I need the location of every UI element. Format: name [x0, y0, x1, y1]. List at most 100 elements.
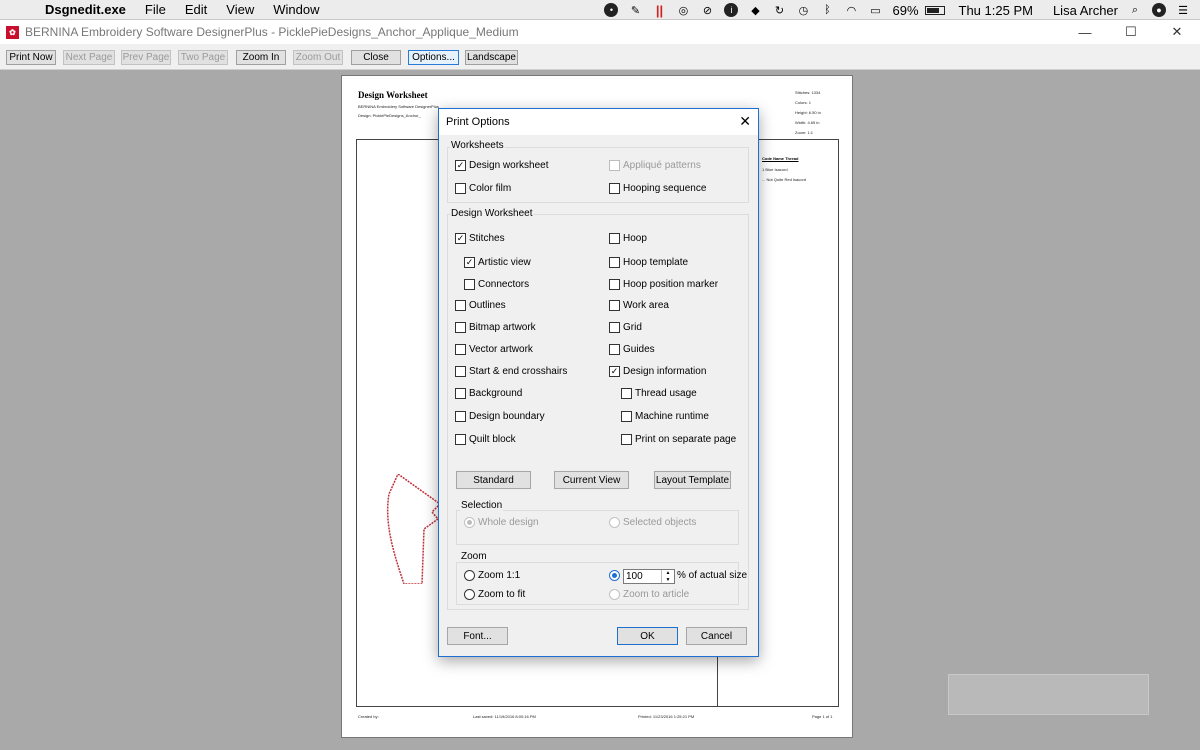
- dialog-close-icon[interactable]: ✕: [739, 113, 751, 130]
- clock[interactable]: Thu 1:25 PM: [959, 3, 1033, 18]
- chat-icon[interactable]: •: [604, 3, 619, 17]
- start-end-crosshairs-checkbox[interactable]: Start & end crosshairs: [455, 366, 567, 377]
- radio-circle[interactable]: [609, 517, 620, 528]
- checkbox-box[interactable]: [455, 183, 466, 194]
- wifi-icon[interactable]: ◠: [844, 3, 858, 17]
- radio-circle[interactable]: [609, 570, 620, 581]
- font-button[interactable]: Font...: [447, 627, 508, 645]
- radio-circle[interactable]: [609, 589, 620, 600]
- checkbox-box[interactable]: ✓: [464, 257, 475, 268]
- hoop-template-checkbox[interactable]: Hoop template: [609, 257, 688, 268]
- time-machine-icon[interactable]: ◷: [796, 3, 810, 17]
- checkbox-box[interactable]: [621, 388, 632, 399]
- hoop-checkbox[interactable]: Hoop: [609, 233, 647, 244]
- notification-center-icon[interactable]: ☰: [1176, 3, 1190, 17]
- sync-icon[interactable]: ↻: [772, 3, 786, 17]
- checkbox-box[interactable]: ✓: [455, 160, 466, 171]
- stepper-down-icon[interactable]: ▼: [666, 577, 671, 583]
- checkbox-box[interactable]: [455, 322, 466, 333]
- whole-design-radio[interactable]: Whole design: [464, 517, 539, 528]
- radio-circle[interactable]: [464, 570, 475, 581]
- checkbox-box[interactable]: [621, 411, 632, 422]
- design-information-checkbox[interactable]: ✓ Design information: [609, 366, 706, 377]
- prev-page-button[interactable]: Prev Page: [121, 50, 171, 65]
- selected-objects-radio[interactable]: Selected objects: [609, 517, 696, 528]
- two-page-button[interactable]: Two Page: [178, 50, 228, 65]
- zoom-to-fit-radio[interactable]: Zoom to fit: [464, 589, 525, 600]
- bluetooth-icon[interactable]: ᛒ: [820, 3, 834, 17]
- design-worksheet-checkbox[interactable]: ✓ Design worksheet: [455, 160, 548, 171]
- checkbox-box[interactable]: [609, 300, 620, 311]
- current-view-button[interactable]: Current View: [554, 471, 629, 489]
- menu-window[interactable]: Window: [273, 2, 319, 17]
- maximize-button[interactable]: ☐: [1108, 20, 1154, 44]
- user-name[interactable]: Lisa Archer: [1053, 3, 1118, 18]
- no-sync-icon[interactable]: ⊘: [700, 3, 714, 17]
- checkbox-box[interactable]: [609, 344, 620, 355]
- landscape-button[interactable]: Landscape: [465, 50, 518, 65]
- evernote-icon[interactable]: ✎: [628, 3, 642, 17]
- info-icon[interactable]: i: [724, 3, 739, 17]
- zoom-in-button[interactable]: Zoom In: [236, 50, 286, 65]
- next-page-button[interactable]: Next Page: [63, 50, 115, 65]
- checkbox-box[interactable]: [609, 257, 620, 268]
- machine-runtime-checkbox[interactable]: Machine runtime: [621, 411, 709, 422]
- checkbox-box[interactable]: [609, 279, 620, 290]
- battery-icon[interactable]: [924, 5, 945, 15]
- checkbox-box[interactable]: ✓: [609, 366, 620, 377]
- dropbox-icon[interactable]: ◆: [748, 3, 762, 17]
- vector-artwork-checkbox[interactable]: Vector artwork: [455, 344, 533, 355]
- stitches-checkbox[interactable]: ✓ Stitches: [455, 233, 505, 244]
- work-area-checkbox[interactable]: Work area: [609, 300, 669, 311]
- zoom-to-article-radio[interactable]: Zoom to article: [609, 589, 689, 600]
- layout-template-button[interactable]: Layout Template: [654, 471, 731, 489]
- checkbox-box[interactable]: [455, 388, 466, 399]
- zoom-percent-radio[interactable]: [609, 570, 623, 581]
- siri-icon[interactable]: ●: [1152, 3, 1166, 17]
- print-now-button[interactable]: Print Now: [6, 50, 56, 65]
- print-separate-page-checkbox[interactable]: Print on separate page: [621, 434, 736, 445]
- zoom-percent-stepper[interactable]: ▲▼: [623, 569, 675, 584]
- hoop-position-marker-checkbox[interactable]: Hoop position marker: [609, 279, 718, 290]
- spotlight-search-icon[interactable]: ⌕: [1128, 3, 1142, 17]
- guides-checkbox[interactable]: Guides: [609, 344, 655, 355]
- minimize-button[interactable]: —: [1062, 20, 1108, 44]
- background-checkbox[interactable]: Background: [455, 388, 522, 399]
- menu-app-name[interactable]: Dsgnedit.exe: [45, 2, 126, 17]
- close-preview-button[interactable]: Close: [351, 50, 401, 65]
- checkbox-box[interactable]: [455, 344, 466, 355]
- menu-view[interactable]: View: [226, 2, 254, 17]
- checkbox-box[interactable]: [609, 183, 620, 194]
- color-film-checkbox[interactable]: Color film: [455, 183, 511, 194]
- checkbox-box[interactable]: [621, 434, 632, 445]
- menu-file[interactable]: File: [145, 2, 166, 17]
- thread-usage-checkbox[interactable]: Thread usage: [621, 388, 697, 399]
- checkbox-box[interactable]: ✓: [455, 233, 466, 244]
- airplay-icon[interactable]: ▭: [868, 3, 882, 17]
- connectors-checkbox[interactable]: Connectors: [464, 279, 529, 290]
- checkbox-box[interactable]: [455, 411, 466, 422]
- radio-circle[interactable]: [464, 517, 475, 528]
- stepper-arrows[interactable]: ▲ ▼: [661, 570, 674, 583]
- zoom-out-button[interactable]: Zoom Out: [293, 50, 343, 65]
- zoom-1-1-radio[interactable]: Zoom 1:1: [464, 570, 520, 581]
- checkbox-box[interactable]: [455, 434, 466, 445]
- checkbox-box[interactable]: [455, 366, 466, 377]
- options-button[interactable]: Options...: [408, 50, 459, 65]
- close-window-button[interactable]: ✕: [1154, 20, 1200, 44]
- grid-checkbox[interactable]: Grid: [609, 322, 642, 333]
- outlines-checkbox[interactable]: Outlines: [455, 300, 506, 311]
- artistic-view-checkbox[interactable]: ✓ Artistic view: [464, 257, 531, 268]
- checkbox-box[interactable]: [609, 322, 620, 333]
- creative-cloud-icon[interactable]: ◎: [676, 3, 690, 17]
- checkbox-box[interactable]: [464, 279, 475, 290]
- applique-patterns-checkbox[interactable]: Appliqué patterns: [609, 160, 701, 171]
- notification-toast[interactable]: [948, 674, 1149, 715]
- standard-button[interactable]: Standard: [456, 471, 531, 489]
- bitmap-artwork-checkbox[interactable]: Bitmap artwork: [455, 322, 536, 333]
- checkbox-box[interactable]: [609, 160, 620, 171]
- hooping-sequence-checkbox[interactable]: Hooping sequence: [609, 183, 706, 194]
- ok-button[interactable]: OK: [617, 627, 678, 645]
- parallels-icon[interactable]: ||: [652, 3, 666, 18]
- stepper-up-icon[interactable]: ▲: [666, 570, 671, 576]
